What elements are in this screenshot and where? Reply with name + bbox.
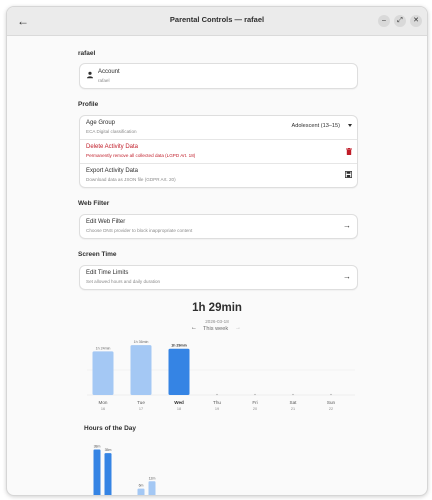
hourly-bar: [148, 481, 156, 495]
weekly-bar: [168, 348, 190, 395]
weekly-day-label: Mon: [99, 400, 108, 405]
hourly-bar-value: 35m: [105, 448, 112, 452]
weekly-day-label: Fri: [252, 400, 257, 405]
weekly-day-number: 17: [139, 407, 143, 411]
weekly-zero-dot: [254, 393, 256, 396]
hours-chart-title: Hours of the Day: [84, 425, 136, 432]
weekly-day-number: 20: [253, 407, 257, 411]
parental-controls-window: ← Parental Controls — rafael – ⤢ ✕ rafae…: [6, 6, 428, 496]
weekly-bar: [130, 345, 152, 395]
weekly-day-number: 22: [329, 407, 333, 411]
weekly-day-number: 21: [291, 407, 295, 411]
hourly-bar: [104, 453, 112, 495]
weekly-bar: [92, 351, 114, 395]
weekly-day-label: Tue: [137, 400, 145, 405]
screen-time-charts: 1h 24min Mon 16 1h 36min Tue 17 1h 29min Wed 18 T…: [84, 340, 355, 495]
hourly-bar-value: 38m: [94, 444, 101, 448]
weekly-day-number: 16: [101, 407, 105, 411]
weekly-zero-dot: [292, 393, 294, 396]
weekly-day-label: Thu: [213, 400, 221, 405]
weekly-day-number: 18: [177, 407, 181, 411]
weekly-day-number: 19: [215, 407, 219, 411]
hourly-bar-value: 6m: [139, 484, 144, 488]
weekly-zero-dot: [330, 393, 332, 396]
hourly-bar: [93, 449, 101, 495]
weekly-bar-value: 1h 36min: [134, 340, 149, 344]
weekly-day-label: Wed: [174, 400, 184, 405]
weekly-zero-dot: [216, 393, 218, 396]
weekly-day-label: Sun: [327, 400, 336, 405]
weekly-day-label: Sat: [290, 400, 298, 405]
hourly-bar-value: 12m: [149, 476, 156, 480]
weekly-bar-value: 1h 24min: [96, 346, 111, 350]
hourly-bar: [137, 488, 145, 495]
weekly-bar-value: 1h 29min: [171, 344, 187, 348]
